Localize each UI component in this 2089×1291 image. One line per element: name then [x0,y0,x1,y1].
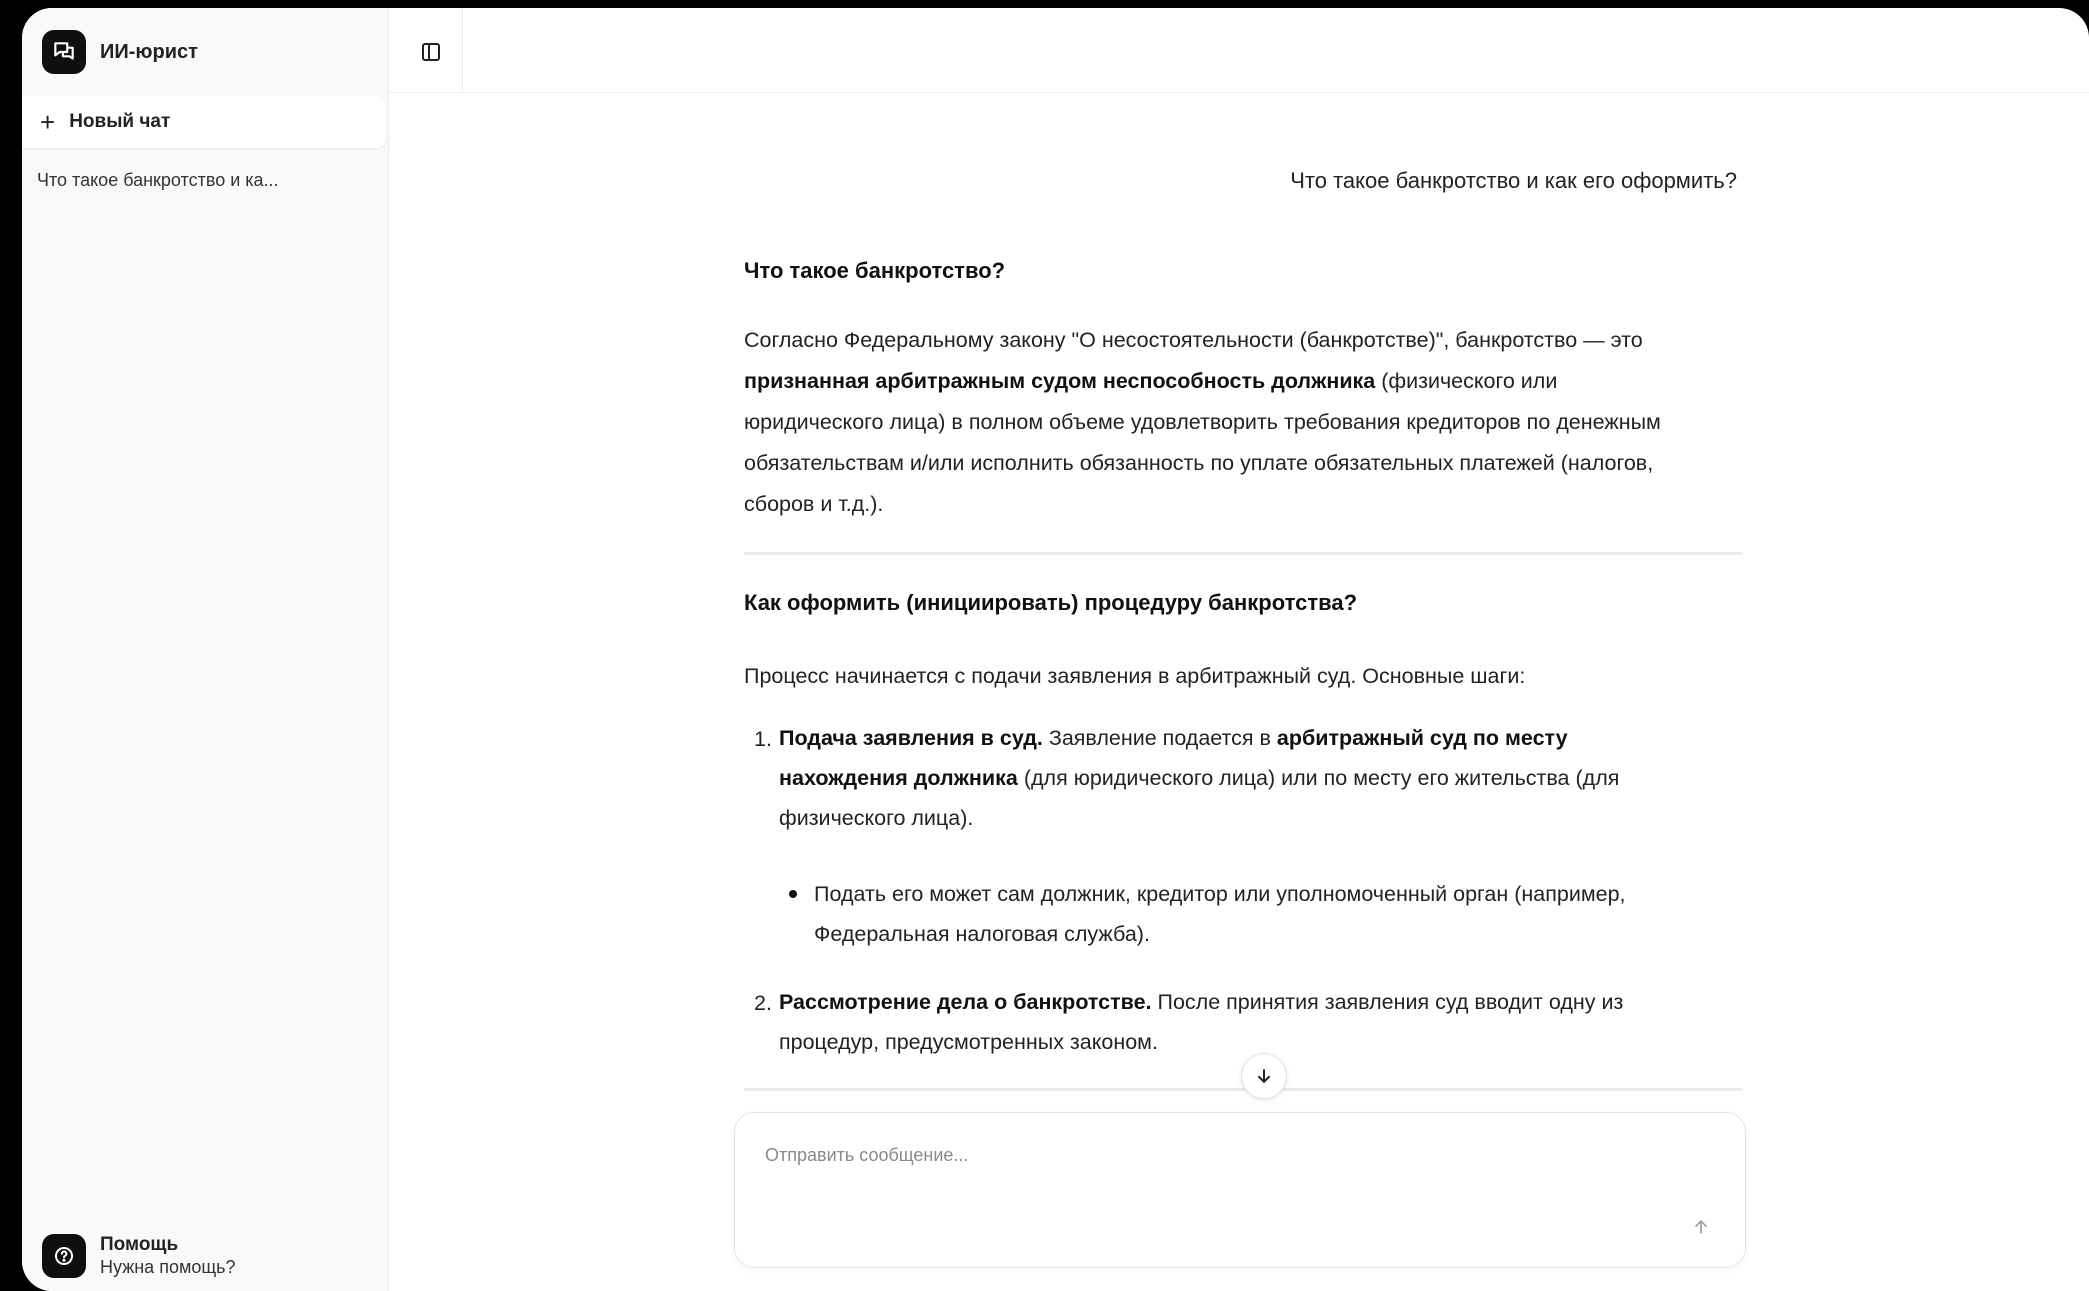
bold-text: Подача заявления в суд. [779,726,1043,750]
arrow-down-icon [1258,1069,1270,1083]
bold-text: нахождения должника [779,766,1018,790]
sidebar-toggle-icon[interactable] [415,36,447,68]
bold-text: признанная арбитражным судом неспособнос… [744,369,1376,393]
bullet-dot [789,890,797,898]
list-item-line: нахождения должника (для юридического ли… [779,758,1739,798]
top-bar [389,8,2089,93]
answer-paragraph: Согласно Федеральному закону "О несостоя… [744,320,1744,525]
section-title: Что такое банкротство? [744,258,1006,283]
help-subtitle: Нужна помощь? [100,1257,236,1277]
list-number: 1. [754,727,772,751]
paragraph-line: признанная арбитражным судом неспособнос… [744,361,1744,402]
bullet-line: Подать его может сам должник, кредитор и… [814,882,1626,906]
paragraph-line: Согласно Федеральному закону "О несостоя… [744,328,1643,352]
paragraph-line: сборов и т.д.). [744,492,884,516]
divider [744,1088,1742,1091]
bullet-item: Подать его может сам должник, кредитор и… [814,874,1734,954]
paragraph-line: обязательствам и/или исполнить обязаннос… [744,451,1654,475]
send-button[interactable] [1687,1213,1715,1241]
brand[interactable]: ИИ-юрист [42,28,198,76]
top-bar-divider [462,8,463,92]
bold-text: Рассмотрение дела о банкротстве. [779,990,1152,1014]
divider [744,552,1742,555]
list-item-text: Заявление подается в [1042,726,1277,750]
arrow-up-icon [1695,1220,1707,1234]
list-number: 2. [754,991,772,1015]
help-bubble-icon [42,1234,86,1278]
plus-icon: + [40,107,56,137]
app-window: ИИ-юрист + Новый чат Что такое банкротст… [22,8,2089,1291]
section-title: Как оформить (инициировать) процедуру ба… [744,590,1358,615]
message-composer [734,1112,1746,1268]
list-item: Подача заявления в суд. Заявление подает… [779,718,1739,838]
list-item: Рассмотрение дела о банкротстве. После п… [779,982,1739,1062]
message-input[interactable] [763,1139,1667,1171]
bold-text: арбитражный суд по месту [1276,726,1568,750]
paragraph-line: юридического лица) в полном объеме удовл… [744,410,1661,434]
list-item-line: Подача заявления в суд. Заявление подает… [779,718,1739,758]
brand-name: ИИ-юрист [100,40,198,63]
bullet-line: Федеральная налоговая служба). [814,922,1150,946]
help-title: Помощь [100,1234,179,1255]
chat-bubbles-icon [42,30,86,74]
list-item-line: физического лица). [779,806,974,830]
history-item[interactable]: Что такое банкротство и ка... [37,170,372,191]
new-chat-label: Новый чат [69,111,171,132]
list-item-line: Рассмотрение дела о банкротстве. После п… [779,982,1739,1022]
new-chat-button[interactable]: + Новый чат [22,96,386,148]
help-button[interactable]: Помощь Нужна помощь? [42,1234,236,1278]
list-item-text: После принятия заявления суд вводит одну… [1151,990,1624,1014]
answer-paragraph: Процесс начинается с подачи заявления в … [744,664,1526,688]
user-message: Что такое банкротство и как его оформить… [1290,168,1737,193]
paragraph-text: (физического или [1375,369,1558,393]
scroll-down-button[interactable] [1241,1053,1287,1099]
list-item-text: (для юридического лица) или по месту его… [1017,766,1620,790]
sidebar: ИИ-юрист + Новый чат Что такое банкротст… [22,8,389,1291]
